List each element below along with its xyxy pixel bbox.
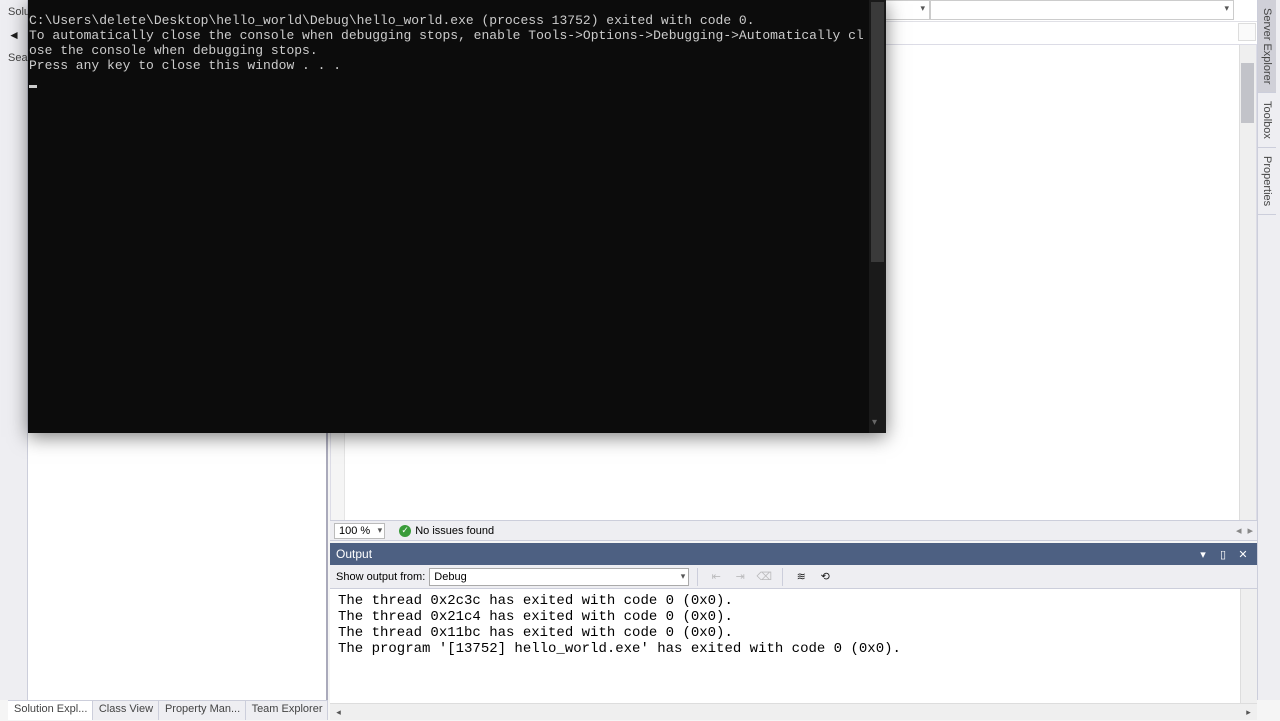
console-line: Press any key to close this window . . .: [29, 58, 341, 73]
output-line: The thread 0x21c4 has exited with code 0…: [338, 609, 733, 625]
check-icon: ✓: [399, 525, 411, 537]
separator: [782, 568, 783, 586]
tab-server-explorer[interactable]: Server Explorer: [1258, 0, 1276, 93]
goto-prev-icon[interactable]: ⇤: [706, 567, 726, 587]
output-panel: Output ▾ ▯ ✕ Show output from: Debug ⇤ ⇥…: [330, 543, 1257, 720]
editor-scrollbar[interactable]: [1239, 45, 1256, 521]
output-hscrollbar[interactable]: ◂ ▸: [330, 703, 1257, 720]
scroll-down-icon[interactable]: ▾: [872, 416, 877, 431]
debug-console-window[interactable]: C:\Users\delete\Desktop\hello_world\Debu…: [28, 0, 886, 433]
tab-team-explorer[interactable]: Team Explorer: [246, 701, 328, 720]
show-output-from-label: Show output from:: [336, 571, 425, 583]
console-cursor: [29, 85, 37, 88]
pin-icon[interactable]: ▯: [1215, 546, 1231, 562]
solution-explorer-tab-label[interactable]: Solu: [8, 6, 30, 18]
output-line: The program '[13752] hello_world.exe' ha…: [338, 641, 901, 657]
solution-explorer-tabs: Solution Expl... Class View Property Man…: [8, 700, 328, 720]
toggle-wordwrap-icon[interactable]: ≋: [791, 567, 811, 587]
member-combo[interactable]: [930, 0, 1234, 20]
console-line: C:\Users\delete\Desktop\hello_world\Debu…: [29, 13, 755, 28]
tab-properties[interactable]: Properties: [1258, 148, 1276, 215]
back-icon[interactable]: ◄: [2, 24, 26, 46]
clear-all-icon[interactable]: ⟲: [815, 567, 835, 587]
search-label[interactable]: Sea: [8, 52, 28, 72]
editor-scrollbar-thumb[interactable]: [1241, 63, 1254, 123]
tab-property-manager[interactable]: Property Man...: [159, 701, 246, 720]
console-scrollbar-thumb[interactable]: [871, 2, 884, 262]
window-dropdown-icon[interactable]: ▾: [1195, 546, 1211, 562]
scroll-left-icon[interactable]: ◂: [330, 704, 347, 721]
console-text[interactable]: C:\Users\delete\Desktop\hello_world\Debu…: [29, 13, 869, 432]
output-scrollbar[interactable]: [1240, 589, 1257, 703]
clear-icon[interactable]: ⌫: [754, 567, 774, 587]
editor-status-bar: 100 % ✓ No issues found ◂ ▸: [330, 520, 1257, 541]
output-source-value: Debug: [434, 571, 466, 583]
scroll-right-icon[interactable]: ▸: [1240, 704, 1257, 721]
collapse-right-icon[interactable]: ▸: [1247, 524, 1253, 537]
new-split-icon[interactable]: [1238, 23, 1256, 41]
output-titlebar[interactable]: Output ▾ ▯ ✕: [330, 543, 1257, 565]
zoom-combo[interactable]: 100 %: [334, 523, 385, 539]
tab-toolbox[interactable]: Toolbox: [1258, 93, 1276, 148]
output-text[interactable]: The thread 0x2c3c has exited with code 0…: [330, 589, 1257, 703]
output-source-combo[interactable]: Debug: [429, 568, 689, 586]
issues-status: No issues found: [415, 525, 494, 537]
console-line: To automatically close the console when …: [29, 28, 864, 58]
tab-solution-explorer[interactable]: Solution Expl...: [8, 701, 93, 720]
output-toolbar: Show output from: Debug ⇤ ⇥ ⌫ ≋ ⟲: [330, 565, 1257, 589]
close-icon[interactable]: ✕: [1235, 546, 1251, 562]
right-toolbox-strip: Server Explorer Toolbox Properties: [1257, 0, 1280, 700]
collapse-left-icon[interactable]: ◂: [1236, 524, 1242, 537]
zoom-value: 100 %: [339, 525, 370, 537]
output-line: The thread 0x2c3c has exited with code 0…: [338, 593, 733, 609]
output-title-label: Output: [336, 547, 372, 561]
goto-next-icon[interactable]: ⇥: [730, 567, 750, 587]
output-line: The thread 0x11bc has exited with code 0…: [338, 625, 733, 641]
tab-class-view[interactable]: Class View: [93, 701, 159, 720]
separator: [697, 568, 698, 586]
left-sidebar: Solu ◄ Sea: [0, 0, 28, 700]
console-scrollbar[interactable]: ▾: [869, 0, 886, 433]
